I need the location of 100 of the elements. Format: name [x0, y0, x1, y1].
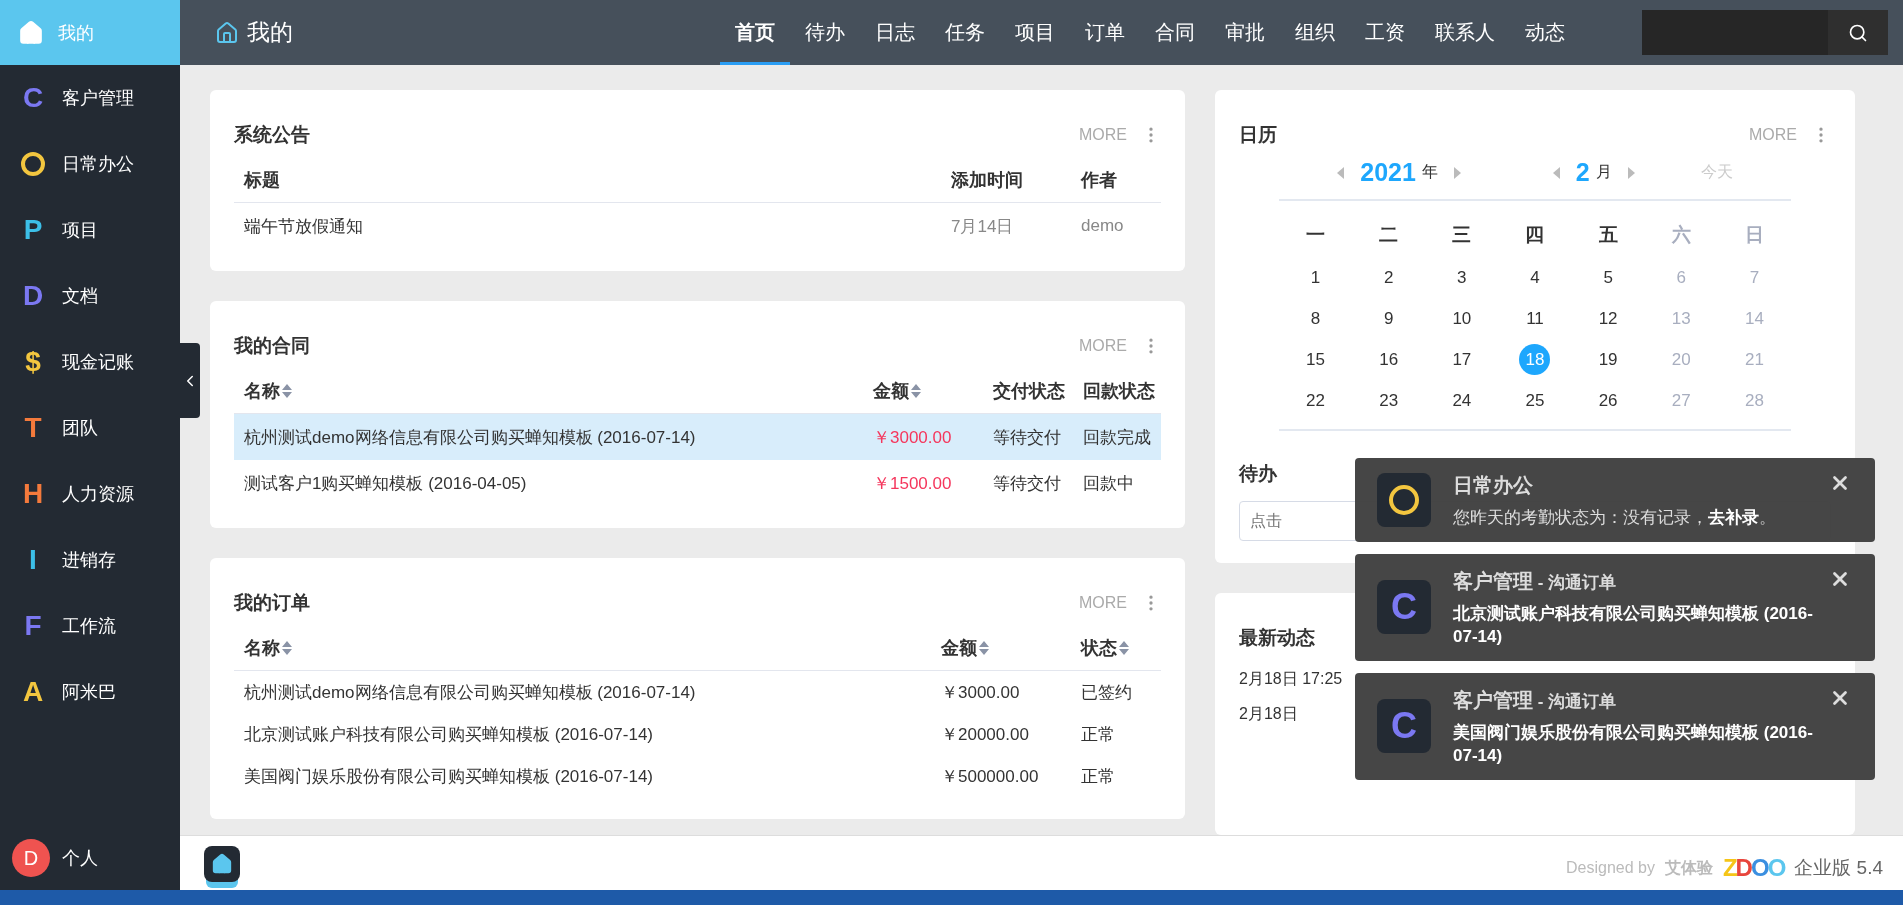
page-title: 我的: [247, 18, 293, 47]
home-icon: [211, 853, 233, 875]
calendar-day[interactable]: 24: [1446, 385, 1478, 416]
sort-icon: [282, 641, 292, 655]
table-cell-text: ￥500000.00: [940, 765, 1040, 788]
nav-tab[interactable]: 审批: [1210, 0, 1280, 65]
calendar-day[interactable]: 1: [1300, 262, 1332, 293]
nav-tab[interactable]: 项目: [1000, 0, 1070, 65]
table-cell: 等待交付: [983, 414, 1073, 460]
calendar-day[interactable]: 12: [1592, 303, 1624, 334]
sidebar-item[interactable]: 日常办公: [0, 131, 180, 197]
sort-icon: [1119, 641, 1129, 655]
notification-message: 您昨天的考勤状态为：没有记录，去补录。: [1453, 507, 1777, 529]
calendar-day[interactable]: 19: [1592, 344, 1624, 375]
column-header[interactable]: 状态: [1071, 626, 1161, 671]
card-title: 最新动态: [1239, 626, 1315, 650]
sort-icon: [911, 384, 921, 398]
caret-right-icon[interactable]: [1627, 166, 1635, 179]
letter-icon: T: [18, 412, 48, 444]
table-cell-text: ￥20000.00: [940, 723, 1030, 746]
table-cell-text: 北京测试账户科技有限公司购买蝉知模板 (2016-07-14): [243, 723, 654, 746]
card-title: 日历: [1239, 123, 1277, 147]
nav-tab[interactable]: 联系人: [1420, 0, 1510, 65]
search-button[interactable]: [1828, 10, 1888, 55]
nav-tab[interactable]: 合同: [1140, 0, 1210, 65]
letter-icon: D: [18, 280, 48, 312]
sidebar-item[interactable]: D 文档: [0, 263, 180, 329]
calendar-day[interactable]: 26: [1592, 385, 1624, 416]
caret-left-icon[interactable]: [1337, 166, 1345, 179]
sidebar-item[interactable]: A 阿米巴: [0, 659, 180, 725]
nav-tab[interactable]: 工资: [1350, 0, 1420, 65]
card-title: 我的订单: [234, 591, 310, 615]
weekday-label: 一: [1305, 223, 1327, 247]
caret-right-icon[interactable]: [1453, 166, 1461, 179]
calendar-day[interactable]: 15: [1300, 344, 1332, 375]
calendar-day[interactable]: 16: [1373, 344, 1405, 375]
letter-icon: $: [18, 346, 48, 378]
letter-icon: C: [18, 82, 48, 114]
nav-tab[interactable]: 首页: [720, 0, 790, 65]
caret-left-icon[interactable]: [1552, 166, 1560, 179]
product-logo: ZDOO: [1722, 854, 1785, 882]
year-label: 2021: [1360, 158, 1416, 187]
news-time: 2月18日 17:25: [1239, 669, 1343, 689]
calendar-day[interactable]: 8: [1300, 303, 1332, 334]
nav-tab[interactable]: 订单: [1070, 0, 1140, 65]
calendar-day[interactable]: 25: [1519, 385, 1551, 416]
collapse-sidebar-button[interactable]: [180, 343, 200, 418]
nav-tab[interactable]: 待办: [790, 0, 860, 65]
calendar-day[interactable]: 11: [1519, 303, 1551, 334]
home-icon: [18, 19, 44, 46]
calendar-day[interactable]: 23: [1373, 385, 1405, 416]
column-label: 交付状态: [993, 380, 1065, 403]
nav-tab[interactable]: 动态: [1510, 0, 1580, 65]
weekday-label: 日: [1743, 223, 1765, 247]
sidebar-item[interactable]: I 进销存: [0, 527, 180, 593]
weekday-label: 四: [1524, 223, 1546, 247]
sidebar-item[interactable]: P 项目: [0, 197, 180, 263]
calendar-day[interactable]: 5: [1592, 262, 1624, 293]
search-field[interactable]: [1642, 10, 1828, 55]
nav-tab[interactable]: 组织: [1280, 0, 1350, 65]
column-label: 作者: [1081, 169, 1117, 192]
calendar-day[interactable]: 3: [1446, 262, 1478, 293]
search-icon: [1848, 22, 1868, 43]
table-cell-text: ￥3000.00: [940, 681, 1021, 704]
user-menu[interactable]: D 个人: [0, 826, 180, 890]
calendar-day[interactable]: 10: [1446, 303, 1478, 334]
column-header[interactable]: 名称: [234, 626, 931, 671]
sidebar-item[interactable]: T 团队: [0, 395, 180, 461]
card-title: 我的合同: [234, 334, 310, 358]
month-unit: 月: [1595, 162, 1612, 182]
column-header[interactable]: 金额: [931, 626, 1071, 671]
weekday-label: 三: [1451, 223, 1473, 247]
column-label: 添加时间: [951, 169, 1023, 192]
calendar-day[interactable]: 9: [1373, 303, 1405, 334]
table-cell: ￥3000.00: [863, 414, 983, 460]
home-icon: [215, 20, 239, 45]
calendar-day[interactable]: 17: [1446, 344, 1478, 375]
table-cell-text: 测试客户1购买蝉知模板 (2016-04-05): [243, 472, 528, 495]
table-cell-text: 等待交付: [992, 472, 1062, 495]
sidebar-item[interactable]: C 客户管理: [0, 65, 180, 131]
nav-tab[interactable]: 任务: [930, 0, 1000, 65]
sidebar-item[interactable]: F 工作流: [0, 593, 180, 659]
calendar-day[interactable]: 22: [1300, 385, 1332, 416]
nav-tab[interactable]: 日志: [860, 0, 930, 65]
notification-title: 客户管理 - 沟通订单: [1453, 568, 1618, 594]
edition-text: 企业版 5.4: [1794, 856, 1883, 880]
table-cell-text: 已签约: [1080, 681, 1133, 704]
notification-title: 日常办公: [1453, 473, 1534, 498]
table-cell-text: ￥1500.00: [872, 472, 953, 495]
sidebar-item[interactable]: $ 现金记账: [0, 329, 180, 395]
column-label: 名称: [244, 380, 280, 403]
column-label: 标题: [244, 169, 280, 192]
app-icon: [1377, 472, 1431, 527]
app-icon: C: [1377, 580, 1431, 635]
sidebar-item[interactable]: H 人力资源: [0, 461, 180, 527]
table-cell-text: demo: [1080, 215, 1125, 237]
sort-icon: [282, 384, 292, 398]
calendar-day[interactable]: 2: [1373, 262, 1405, 293]
app-icon: C: [1377, 699, 1431, 754]
calendar-day[interactable]: 4: [1519, 262, 1551, 293]
